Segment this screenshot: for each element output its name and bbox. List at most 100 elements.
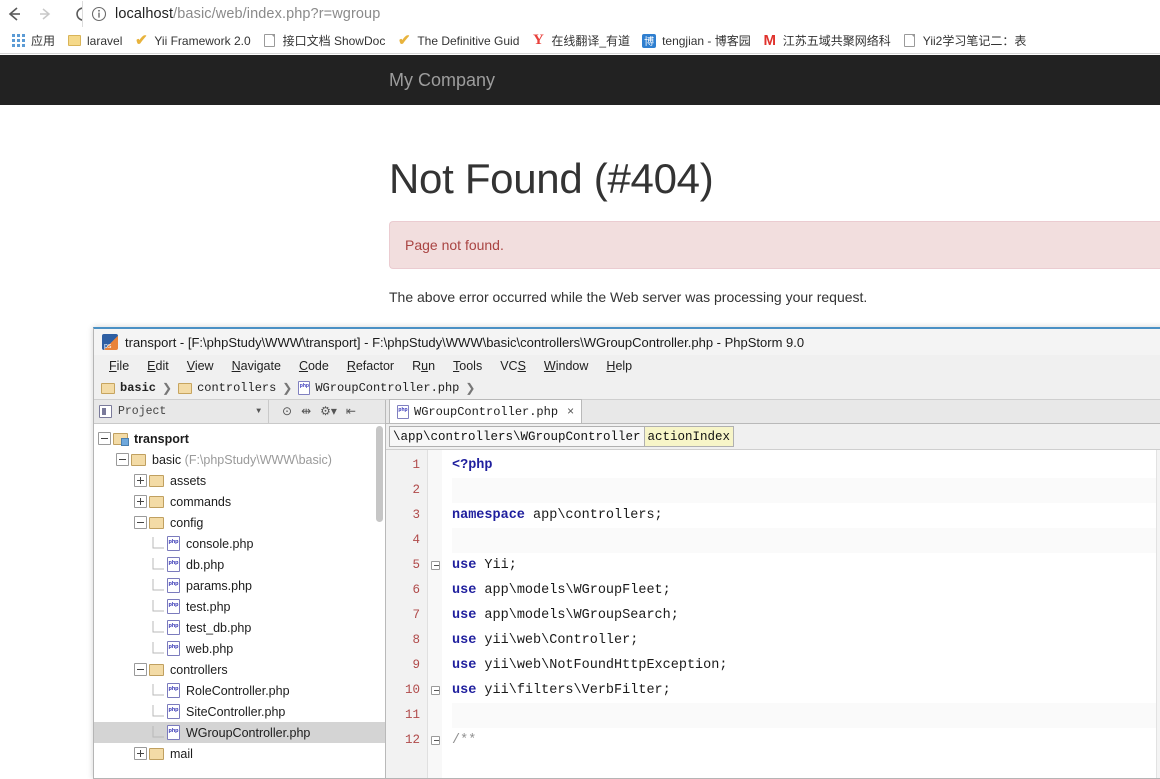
- tree-node[interactable]: SiteController.php: [94, 701, 385, 722]
- menu-view[interactable]: View: [178, 359, 223, 373]
- line-number-gutter: 123456789101112: [386, 450, 428, 779]
- ide-title-text: transport - [F:\phpStudy\WWW\transport] …: [125, 335, 804, 350]
- fold-marker[interactable]: [428, 453, 442, 478]
- site-brand[interactable]: My Company: [389, 70, 495, 91]
- bookmark-youdao[interactable]: Y 在线翻译_有道: [526, 30, 637, 52]
- tree-node[interactable]: web.php: [94, 638, 385, 659]
- address-bar[interactable]: localhost/basic/web/index.php?r=wgroup: [82, 1, 1160, 27]
- tree-node[interactable]: test.php: [94, 596, 385, 617]
- menu-help[interactable]: Help: [597, 359, 641, 373]
- code-editor[interactable]: 123456789101112 <?phpnamespace app\contr…: [386, 450, 1160, 779]
- project-tree[interactable]: transportbasic (F:\phpStudy\WWW\basic)as…: [94, 424, 385, 779]
- tree-node[interactable]: test_db.php: [94, 617, 385, 638]
- tree-node[interactable]: RoleController.php: [94, 680, 385, 701]
- target-icon[interactable]: ⊙: [282, 406, 292, 418]
- menu-navigate[interactable]: Navigate: [223, 359, 290, 373]
- tree-node-label: test.php: [186, 600, 230, 614]
- tree-node[interactable]: console.php: [94, 533, 385, 554]
- close-icon[interactable]: ×: [567, 405, 574, 419]
- editor-scrollbar[interactable]: [1156, 450, 1160, 779]
- bookmark-yii-framework[interactable]: ✔ Yii Framework 2.0: [129, 30, 257, 52]
- menu-file[interactable]: File: [100, 359, 138, 373]
- tree-node[interactable]: basic (F:\phpStudy\WWW\basic): [94, 449, 385, 470]
- folder-icon: [66, 33, 82, 49]
- fold-marker[interactable]: [428, 578, 442, 603]
- site-info-icon[interactable]: [91, 6, 107, 22]
- navbar-chip-method[interactable]: actionIndex: [645, 426, 735, 447]
- tree-expander-icon[interactable]: [134, 747, 147, 760]
- tree-node-label: console.php: [186, 537, 253, 551]
- project-view-selector[interactable]: Project ▼: [94, 400, 269, 423]
- tree-node[interactable]: controllers: [94, 659, 385, 680]
- navbar-chip-class[interactable]: \app\controllers\WGroupController: [389, 426, 645, 447]
- fold-marker[interactable]: [428, 728, 442, 753]
- menu-window[interactable]: Window: [535, 359, 597, 373]
- code-content[interactable]: <?phpnamespace app\controllers;use Yii;u…: [442, 450, 1160, 779]
- menu-tools[interactable]: Tools: [444, 359, 491, 373]
- fold-marker[interactable]: [428, 703, 442, 728]
- folder-icon: [149, 517, 164, 529]
- fold-marker[interactable]: [428, 678, 442, 703]
- tree-node[interactable]: mail: [94, 743, 385, 764]
- bookmark-label: tengjian - 博客园: [662, 32, 751, 49]
- fold-marker[interactable]: [428, 653, 442, 678]
- menu-vcs[interactable]: VCS: [491, 359, 535, 373]
- tree-expander-icon[interactable]: [134, 474, 147, 487]
- tree-node[interactable]: commands: [94, 491, 385, 512]
- chevron-down-icon[interactable]: ▼: [256, 407, 261, 416]
- breadcrumb-item-basic[interactable]: basic: [101, 381, 156, 395]
- ide-body: Project ▼ ⊙ ⇹ ⚙▾ ⇤ transportbasic (F:\ph…: [94, 400, 1160, 779]
- bookmark-laravel[interactable]: laravel: [62, 30, 129, 52]
- fold-marker[interactable]: [428, 553, 442, 578]
- tree-node[interactable]: db.php: [94, 554, 385, 575]
- fold-marker[interactable]: [428, 603, 442, 628]
- tab-wgroupcontroller[interactable]: WGroupController.php ×: [389, 399, 582, 423]
- fold-marker[interactable]: [428, 478, 442, 503]
- breadcrumb-item-file[interactable]: WGroupController.php: [298, 381, 459, 395]
- collapse-all-icon[interactable]: ⇹: [301, 406, 311, 418]
- menu-refactor[interactable]: Refactor: [338, 359, 403, 373]
- menu-edit[interactable]: Edit: [138, 359, 178, 373]
- bookmark-showdoc[interactable]: 接口文档 ShowDoc: [258, 30, 393, 52]
- tree-node[interactable]: transport: [94, 428, 385, 449]
- folder-icon: [149, 664, 164, 676]
- tree-expander-icon[interactable]: [134, 663, 147, 676]
- fold-marker[interactable]: [428, 628, 442, 653]
- settings-icon[interactable]: ⚙▾: [320, 406, 337, 418]
- tree-expander-icon[interactable]: [134, 495, 147, 508]
- line-number: 6: [386, 578, 427, 603]
- project-scrollbar[interactable]: [375, 424, 384, 779]
- bookmark-cnblogs[interactable]: 博 tengjian - 博客园: [637, 30, 758, 52]
- tree-expander-icon[interactable]: [116, 453, 129, 466]
- breadcrumb-item-controllers[interactable]: controllers: [178, 381, 276, 395]
- line-number: 12: [386, 728, 427, 753]
- tree-leaf-spacer: [152, 684, 165, 697]
- bookmark-apps[interactable]: 应用: [6, 30, 62, 52]
- bookmark-label: The Definitive Guid: [417, 34, 519, 48]
- bookmark-yii2-notes[interactable]: Yii2学习笔记二：表: [898, 30, 1034, 52]
- project-folder-icon: [113, 433, 128, 445]
- bookmark-wuyu[interactable]: M 江苏五域共聚网络科: [758, 30, 898, 52]
- url-host: localhost: [115, 6, 173, 22]
- tree-leaf-spacer: [152, 621, 165, 634]
- tree-node[interactable]: params.php: [94, 575, 385, 596]
- menu-code[interactable]: Code: [290, 359, 338, 373]
- code-line: use app\models\WGroupSearch;: [452, 603, 1160, 628]
- fold-marker[interactable]: [428, 503, 442, 528]
- code-folding-column[interactable]: [428, 450, 442, 779]
- menu-run[interactable]: Run: [403, 359, 444, 373]
- tree-expander-icon[interactable]: [98, 432, 111, 445]
- tree-node[interactable]: WGroupController.php: [94, 722, 385, 743]
- tree-node[interactable]: assets: [94, 470, 385, 491]
- php-file-icon: [298, 381, 310, 395]
- cnblogs-icon: 博: [641, 33, 657, 49]
- bookmark-definitive-guide[interactable]: ✔ The Definitive Guid: [392, 30, 526, 52]
- error-alert: Page not found.: [389, 221, 1160, 269]
- project-panel-title: Project: [118, 405, 166, 418]
- fold-marker[interactable]: [428, 528, 442, 553]
- back-arrow-icon[interactable]: [0, 0, 30, 28]
- forward-arrow-icon[interactable]: [30, 0, 60, 28]
- tree-expander-icon[interactable]: [134, 516, 147, 529]
- hide-icon[interactable]: ⇤: [346, 406, 356, 418]
- tree-node[interactable]: config: [94, 512, 385, 533]
